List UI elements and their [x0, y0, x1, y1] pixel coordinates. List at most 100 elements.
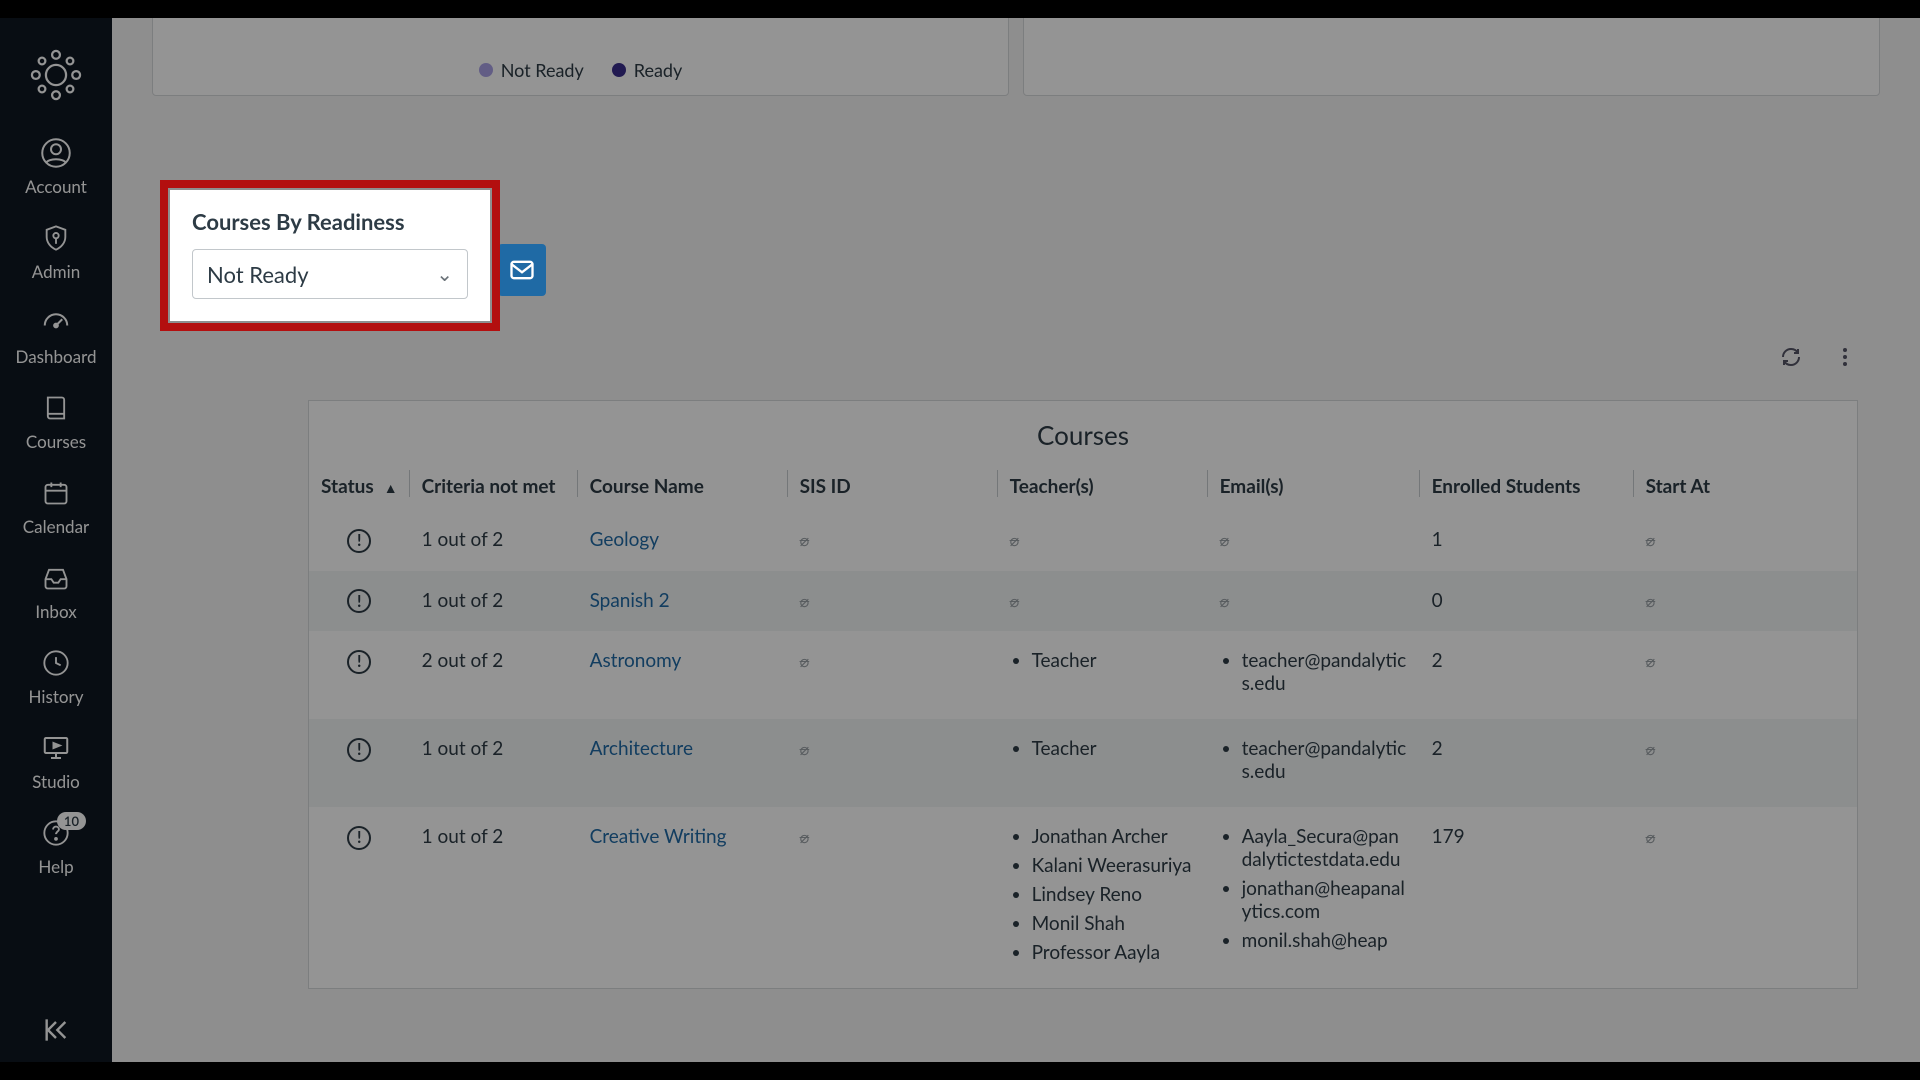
nav-dashboard-label: Dashboard [16, 346, 97, 367]
emails-cell: Aayla_Secura@pandalytictestdata.edujonat… [1208, 807, 1420, 988]
course-link[interactable]: Creative Writing [590, 825, 727, 848]
nav-calendar[interactable]: Calendar [0, 466, 112, 551]
nav-account[interactable]: Account [0, 126, 112, 211]
main-content: Not Ready Ready 02040608080100120 Number… [112, 18, 1920, 1062]
nav-courses-label: Courses [26, 431, 86, 452]
alert-circle-icon: ! [347, 738, 371, 762]
criteria-cell: 1 out of 2 [410, 571, 578, 632]
nav-help[interactable]: 10 Help [0, 806, 112, 891]
readiness-selected: Not Ready [207, 261, 309, 288]
table-row: !2 out of 2Astronomy⌀Teacherteacher@pand… [309, 631, 1857, 719]
status-cell: ! [309, 571, 410, 632]
canvas-logo[interactable] [27, 46, 85, 104]
nav-studio[interactable]: Studio [0, 721, 112, 806]
table-row: !1 out of 2Spanish 2⌀⌀⌀0⌀ [309, 571, 1857, 632]
nav-account-label: Account [25, 176, 87, 197]
sis-cell: ⌀ [788, 510, 998, 571]
sis-cell: ⌀ [788, 719, 998, 807]
user-circle-icon [39, 136, 73, 170]
col-start[interactable]: Start At [1634, 465, 1857, 510]
col-enrolled[interactable]: Enrolled Students [1420, 465, 1634, 510]
readiness-title: Courses By Readiness [192, 208, 468, 235]
alert-circle-icon: ! [347, 650, 371, 674]
start-cell: ⌀ [1634, 631, 1857, 719]
alert-circle-icon: ! [347, 589, 371, 613]
col-status[interactable]: Status▲ [309, 465, 410, 510]
nav-inbox[interactable]: Inbox [0, 551, 112, 636]
course-cell: Architecture [578, 719, 788, 807]
course-cell: Spanish 2 [578, 571, 788, 632]
nav-dashboard[interactable]: Dashboard [0, 296, 112, 381]
table-header-row: Status▲ Criteria not met Course Name SIS… [309, 465, 1857, 510]
start-cell: ⌀ [1634, 571, 1857, 632]
legend-not-ready: Not Ready [479, 59, 584, 81]
nav-admin-label: Admin [32, 261, 80, 282]
col-sis[interactable]: SIS ID [788, 465, 998, 510]
status-cell: ! [309, 807, 410, 988]
table-title: Courses [309, 401, 1857, 465]
start-cell: ⌀ [1634, 807, 1857, 988]
chevron-up-icon: ▲ [384, 479, 398, 496]
course-cell: Creative Writing [578, 807, 788, 988]
table-row: !1 out of 2Geology⌀⌀⌀1⌀ [309, 510, 1857, 571]
course-link[interactable]: Astronomy [590, 649, 682, 672]
start-cell: ⌀ [1634, 510, 1857, 571]
course-cell: Astronomy [578, 631, 788, 719]
collapse-nav-button[interactable] [36, 1010, 76, 1050]
course-link[interactable]: Architecture [590, 737, 693, 760]
calendar-icon [39, 476, 73, 510]
start-cell: ⌀ [1634, 719, 1857, 807]
emails-cell: ⌀ [1208, 571, 1420, 632]
chevron-down-icon: ⌄ [436, 262, 453, 286]
teachers-cell: Teacher [998, 719, 1208, 807]
readiness-filter-highlight: Courses By Readiness Not Ready ⌄ [160, 180, 500, 331]
monitor-play-icon [39, 731, 73, 765]
criteria-cell: 1 out of 2 [410, 807, 578, 988]
nav-admin[interactable]: Admin [0, 211, 112, 296]
status-cell: ! [309, 719, 410, 807]
course-cell: Geology [578, 510, 788, 571]
help-badge: 10 [57, 812, 86, 830]
emails-cell: teacher@pandalytics.edu [1208, 719, 1420, 807]
pie-legend: Not Ready Ready [175, 59, 986, 81]
sis-cell: ⌀ [788, 571, 998, 632]
courses-table-panel: Courses Status▲ Criteria not met Course … [308, 400, 1858, 989]
emails-cell: ⌀ [1208, 510, 1420, 571]
enrolled-cell: 2 [1420, 719, 1634, 807]
col-course[interactable]: Course Name [578, 465, 788, 510]
enrolled-cell: 179 [1420, 807, 1634, 988]
legend-ready: Ready [612, 59, 683, 81]
nav-history[interactable]: History [0, 636, 112, 721]
criteria-cell: 1 out of 2 [410, 510, 578, 571]
course-link[interactable]: Geology [590, 528, 659, 551]
sis-cell: ⌀ [788, 631, 998, 719]
nav-help-label: Help [38, 856, 73, 877]
criteria-bar-card: 02040608080100120 Number of Courses Meet… [1023, 18, 1880, 96]
readiness-dropdown[interactable]: Not Ready ⌄ [192, 249, 468, 299]
kebab-menu-button[interactable] [1832, 344, 1858, 370]
col-emails[interactable]: Email(s) [1208, 465, 1420, 510]
teachers-cell: Jonathan ArcherKalani WeerasuriyaLindsey… [998, 807, 1208, 988]
nav-courses[interactable]: Courses [0, 381, 112, 466]
col-criteria[interactable]: Criteria not met [410, 465, 578, 510]
col-teachers[interactable]: Teacher(s) [998, 465, 1208, 510]
inbox-icon [39, 561, 73, 595]
status-cell: ! [309, 631, 410, 719]
sis-cell: ⌀ [788, 807, 998, 988]
alert-circle-icon: ! [347, 529, 371, 553]
criteria-cell: 1 out of 2 [410, 719, 578, 807]
enrolled-cell: 2 [1420, 631, 1634, 719]
teachers-cell: ⌀ [998, 510, 1208, 571]
emails-cell: teacher@pandalytics.edu [1208, 631, 1420, 719]
refresh-button[interactable] [1778, 344, 1804, 370]
gauge-icon [39, 306, 73, 340]
email-teachers-button[interactable] [498, 244, 546, 296]
book-icon [39, 391, 73, 425]
teachers-cell: Teacher [998, 631, 1208, 719]
clock-icon [39, 646, 73, 680]
nav-calendar-label: Calendar [23, 516, 89, 537]
course-link[interactable]: Spanish 2 [590, 589, 670, 612]
shield-key-icon [39, 221, 73, 255]
global-nav-sidebar: Account Admin Dashboard Courses Calendar… [0, 18, 112, 1062]
table-row: !1 out of 2Creative Writing⌀Jonathan Arc… [309, 807, 1857, 988]
